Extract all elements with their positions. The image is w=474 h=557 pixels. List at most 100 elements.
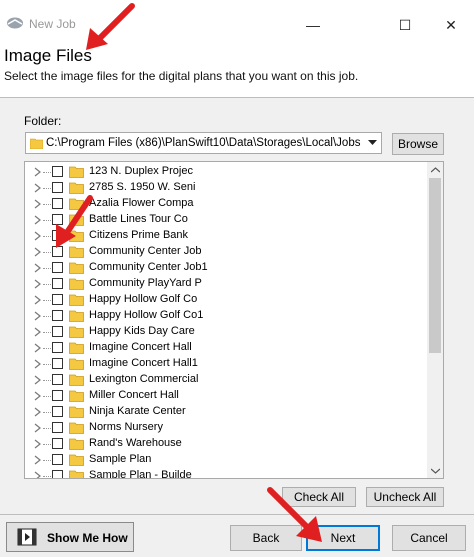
tree-connector: [43, 172, 51, 173]
chevron-right-icon[interactable]: [33, 262, 43, 274]
tree-connector: [43, 268, 51, 269]
scroll-down-icon[interactable]: [427, 463, 443, 478]
row-checkbox[interactable]: [52, 214, 63, 225]
tree-connector: [43, 284, 51, 285]
minimize-button[interactable]: —: [290, 10, 336, 40]
folder-icon: [69, 470, 84, 478]
tree-connector: [43, 348, 51, 349]
scroll-up-icon[interactable]: [427, 162, 443, 177]
tree-row[interactable]: Community PlayYard P: [25, 276, 427, 292]
tree-row[interactable]: Battle Lines Tour Co: [25, 212, 427, 228]
chevron-right-icon[interactable]: [33, 406, 43, 418]
tree-item-label: Norms Nursery: [89, 421, 163, 433]
chevron-right-icon[interactable]: [33, 166, 43, 178]
row-checkbox[interactable]: [52, 294, 63, 305]
chevron-right-icon[interactable]: [33, 422, 43, 434]
next-button[interactable]: Next: [306, 525, 380, 551]
tree-row[interactable]: Imagine Concert Hall: [25, 340, 427, 356]
tree-row[interactable]: Azalia Flower Compa: [25, 196, 427, 212]
tree-connector: [43, 396, 51, 397]
tree-item-label: Sample Plan - Builde: [89, 469, 192, 479]
tree-item-label: Lexington Commercial: [89, 373, 199, 385]
tree-row[interactable]: Ninja Karate Center: [25, 404, 427, 420]
tree-row[interactable]: Sample Plan - Builde: [25, 468, 427, 479]
chevron-right-icon[interactable]: [33, 214, 43, 226]
row-checkbox[interactable]: [52, 422, 63, 433]
tree-row[interactable]: Happy Hollow Golf Co: [25, 292, 427, 308]
tree-row[interactable]: Community Center Job1: [25, 260, 427, 276]
check-all-button[interactable]: Check All: [282, 487, 356, 507]
scroll-thumb[interactable]: [429, 178, 441, 353]
row-checkbox[interactable]: [52, 470, 63, 478]
folder-icon: [69, 294, 84, 306]
chevron-right-icon[interactable]: [33, 230, 43, 242]
tree-item-label: Imagine Concert Hall: [89, 341, 192, 353]
tree-row[interactable]: Happy Hollow Golf Co1: [25, 308, 427, 324]
tree-row[interactable]: 123 N. Duplex Projec: [25, 164, 427, 180]
row-checkbox[interactable]: [52, 406, 63, 417]
show-me-how-button[interactable]: Show Me How: [6, 522, 134, 552]
chevron-right-icon[interactable]: [33, 390, 43, 402]
tree-item-label: Community PlayYard P: [89, 277, 202, 289]
row-checkbox[interactable]: [52, 198, 63, 209]
row-checkbox[interactable]: [52, 182, 63, 193]
close-button[interactable]: ✕: [428, 10, 474, 40]
row-checkbox[interactable]: [52, 342, 63, 353]
row-checkbox[interactable]: [52, 438, 63, 449]
tree-item-label: Happy Hollow Golf Co1: [89, 309, 204, 321]
chevron-right-icon[interactable]: [33, 470, 43, 479]
vertical-scrollbar[interactable]: [427, 162, 443, 478]
browse-button[interactable]: Browse: [392, 133, 444, 155]
tree-row[interactable]: Imagine Concert Hall1: [25, 356, 427, 372]
chevron-right-icon[interactable]: [33, 198, 43, 210]
row-checkbox[interactable]: [52, 390, 63, 401]
row-checkbox[interactable]: [52, 326, 63, 337]
row-checkbox[interactable]: [52, 310, 63, 321]
tree-connector: [43, 220, 51, 221]
tree-row[interactable]: Happy Kids Day Care: [25, 324, 427, 340]
tree-row[interactable]: Community Center Job: [25, 244, 427, 260]
tree-row[interactable]: 2785 S. 1950 W. Seni: [25, 180, 427, 196]
chevron-right-icon[interactable]: [33, 182, 43, 194]
folder-select[interactable]: C:\Program Files (x86)\PlanSwift10\Data\…: [25, 132, 382, 154]
tree-row[interactable]: Miller Concert Hall: [25, 388, 427, 404]
folder-icon: [69, 406, 84, 418]
tree-row[interactable]: Sample Plan: [25, 452, 427, 468]
tree-row[interactable]: Rand's Warehouse: [25, 436, 427, 452]
row-checkbox[interactable]: [52, 262, 63, 273]
tree-row[interactable]: Lexington Commercial: [25, 372, 427, 388]
tree-connector: [43, 236, 51, 237]
chevron-right-icon[interactable]: [33, 310, 43, 322]
chevron-right-icon[interactable]: [33, 342, 43, 354]
row-checkbox[interactable]: [52, 278, 63, 289]
tree-row[interactable]: Norms Nursery: [25, 420, 427, 436]
cancel-button[interactable]: Cancel: [392, 525, 466, 551]
chevron-right-icon[interactable]: [33, 294, 43, 306]
job-tree[interactable]: 123 N. Duplex Projec 2785 S. 1950 W. Seni…: [24, 161, 444, 479]
chevron-right-icon[interactable]: [33, 246, 43, 258]
row-checkbox[interactable]: [52, 454, 63, 465]
chevron-right-icon[interactable]: [33, 278, 43, 290]
row-checkbox[interactable]: [52, 358, 63, 369]
row-checkbox[interactable]: [52, 166, 63, 177]
tree-row[interactable]: Citizens Prime Bank: [25, 228, 427, 244]
row-checkbox[interactable]: [52, 230, 63, 241]
tree-item-label: Ninja Karate Center: [89, 405, 186, 417]
folder-icon: [69, 422, 84, 434]
chevron-right-icon[interactable]: [33, 438, 43, 450]
tree-connector: [43, 460, 51, 461]
chevron-right-icon[interactable]: [33, 358, 43, 370]
tree-item-label: Citizens Prime Bank: [89, 229, 189, 241]
back-button[interactable]: Back: [230, 525, 302, 551]
chevron-right-icon[interactable]: [33, 326, 43, 338]
chevron-down-icon[interactable]: [364, 133, 381, 153]
uncheck-all-button[interactable]: Uncheck All: [366, 487, 444, 507]
chevron-right-icon[interactable]: [33, 374, 43, 386]
chevron-right-icon[interactable]: [33, 454, 43, 466]
tree-connector: [43, 412, 51, 413]
row-checkbox[interactable]: [52, 374, 63, 385]
tree-item-label: Sample Plan: [89, 453, 152, 465]
app-logo-icon: [7, 17, 23, 29]
row-checkbox[interactable]: [52, 246, 63, 257]
maximize-button[interactable]: ☐: [382, 10, 428, 40]
